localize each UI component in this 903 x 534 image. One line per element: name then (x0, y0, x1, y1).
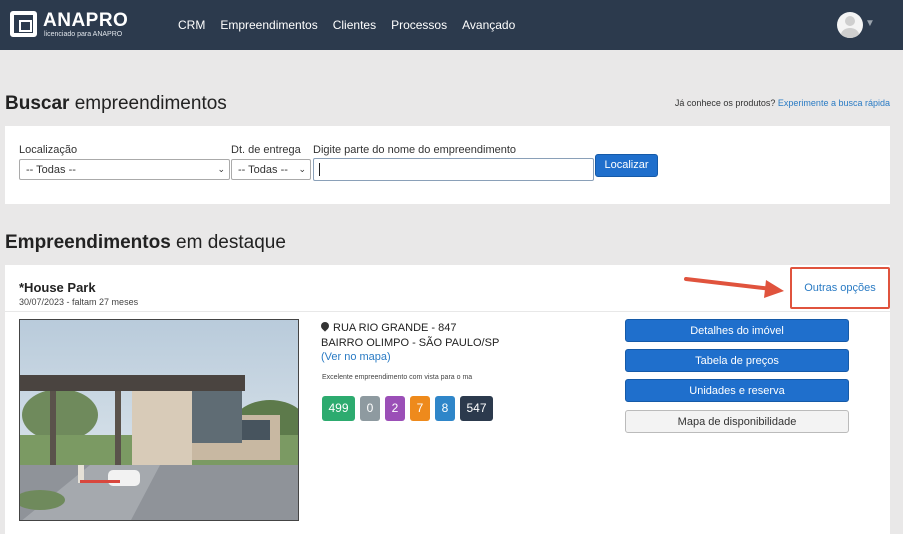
badge-available[interactable]: 499 (322, 396, 355, 421)
unit-status-badges: 499 0 2 7 8 547 (322, 396, 498, 421)
nav-item-empreendimentos[interactable]: Empreendimentos (220, 18, 317, 32)
user-avatar-icon[interactable] (837, 12, 863, 38)
availability-map-button[interactable]: Mapa de disponibilidade (625, 410, 849, 433)
logo-title[interactable]: ANAPRO (43, 10, 128, 32)
location-label: Localização (19, 144, 78, 156)
badge-sold[interactable]: 8 (435, 396, 455, 421)
chevron-down-icon[interactable]: ▼ (865, 18, 875, 29)
nav-item-processos[interactable]: Processos (391, 18, 447, 32)
development-description: Excelente empreendimento com vista para … (322, 374, 473, 381)
quick-search-hint: Já conhece os produtos? Experimente a bu… (674, 98, 890, 108)
delivery-date: 30/07/2023 - faltam 27 meses (19, 297, 139, 307)
divider (5, 311, 890, 312)
featured-heading: Empreendimentos em destaque (5, 232, 286, 253)
text-cursor (319, 163, 320, 176)
development-photo[interactable] (19, 319, 299, 521)
development-title[interactable]: *House Park (19, 280, 96, 295)
main-menu: CRM Empreendimentos Clientes Processos A… (178, 18, 530, 32)
locate-button[interactable]: Localizar (595, 154, 658, 177)
name-label: Digite parte do nome do empreendimento (313, 144, 517, 156)
units-reservation-button[interactable]: Unidades e reserva (625, 379, 849, 402)
quick-search-link[interactable]: Experimente a busca rápida (778, 98, 890, 108)
nav-item-avancado[interactable]: Avançado (462, 18, 515, 32)
other-options-link[interactable]: Outras opções (790, 267, 890, 309)
search-panel: Localização -- Todas -- ⌄ Dt. de entrega… (5, 126, 890, 204)
property-details-button[interactable]: Detalhes do imóvel (625, 319, 849, 342)
annotation-arrow-icon (684, 277, 784, 298)
address-line1: RUA RIO GRANDE - 847 (333, 322, 457, 334)
top-navbar: ANAPRO licenciado para ANAPRO CRM Empree… (0, 0, 903, 50)
address-line2: BAIRRO OLIMPO - SÃO PAULO/SP (321, 337, 500, 349)
anapro-logo-icon[interactable] (10, 11, 37, 37)
building-image-icon (20, 320, 298, 520)
badge-in-proposal[interactable]: 7 (410, 396, 430, 421)
delivery-select[interactable]: -- Todas -- ⌄ (231, 159, 311, 180)
development-card: *House Park 30/07/2023 - faltam 27 meses… (5, 265, 890, 534)
chevron-down-icon: ⌄ (298, 164, 306, 174)
chevron-down-icon: ⌄ (217, 164, 225, 174)
search-heading: Buscar empreendimentos (5, 93, 227, 114)
location-select[interactable]: -- Todas -- ⌄ (19, 159, 230, 180)
badge-reserved[interactable]: 2 (385, 396, 405, 421)
logo-subtitle: licenciado para ANAPRO (44, 31, 123, 38)
see-on-map-link[interactable]: (Ver no mapa) (321, 351, 391, 363)
delivery-label: Dt. de entrega (231, 144, 301, 156)
map-pin-icon (319, 320, 331, 332)
nav-item-crm[interactable]: CRM (178, 18, 205, 32)
badge-blocked[interactable]: 0 (360, 396, 380, 421)
name-search-input[interactable] (313, 158, 594, 181)
nav-item-clientes[interactable]: Clientes (333, 18, 376, 32)
price-table-button[interactable]: Tabela de preços (625, 349, 849, 372)
address: RUA RIO GRANDE - 847 BAIRRO OLIMPO - SÃO… (319, 320, 500, 351)
badge-total[interactable]: 547 (460, 396, 493, 421)
